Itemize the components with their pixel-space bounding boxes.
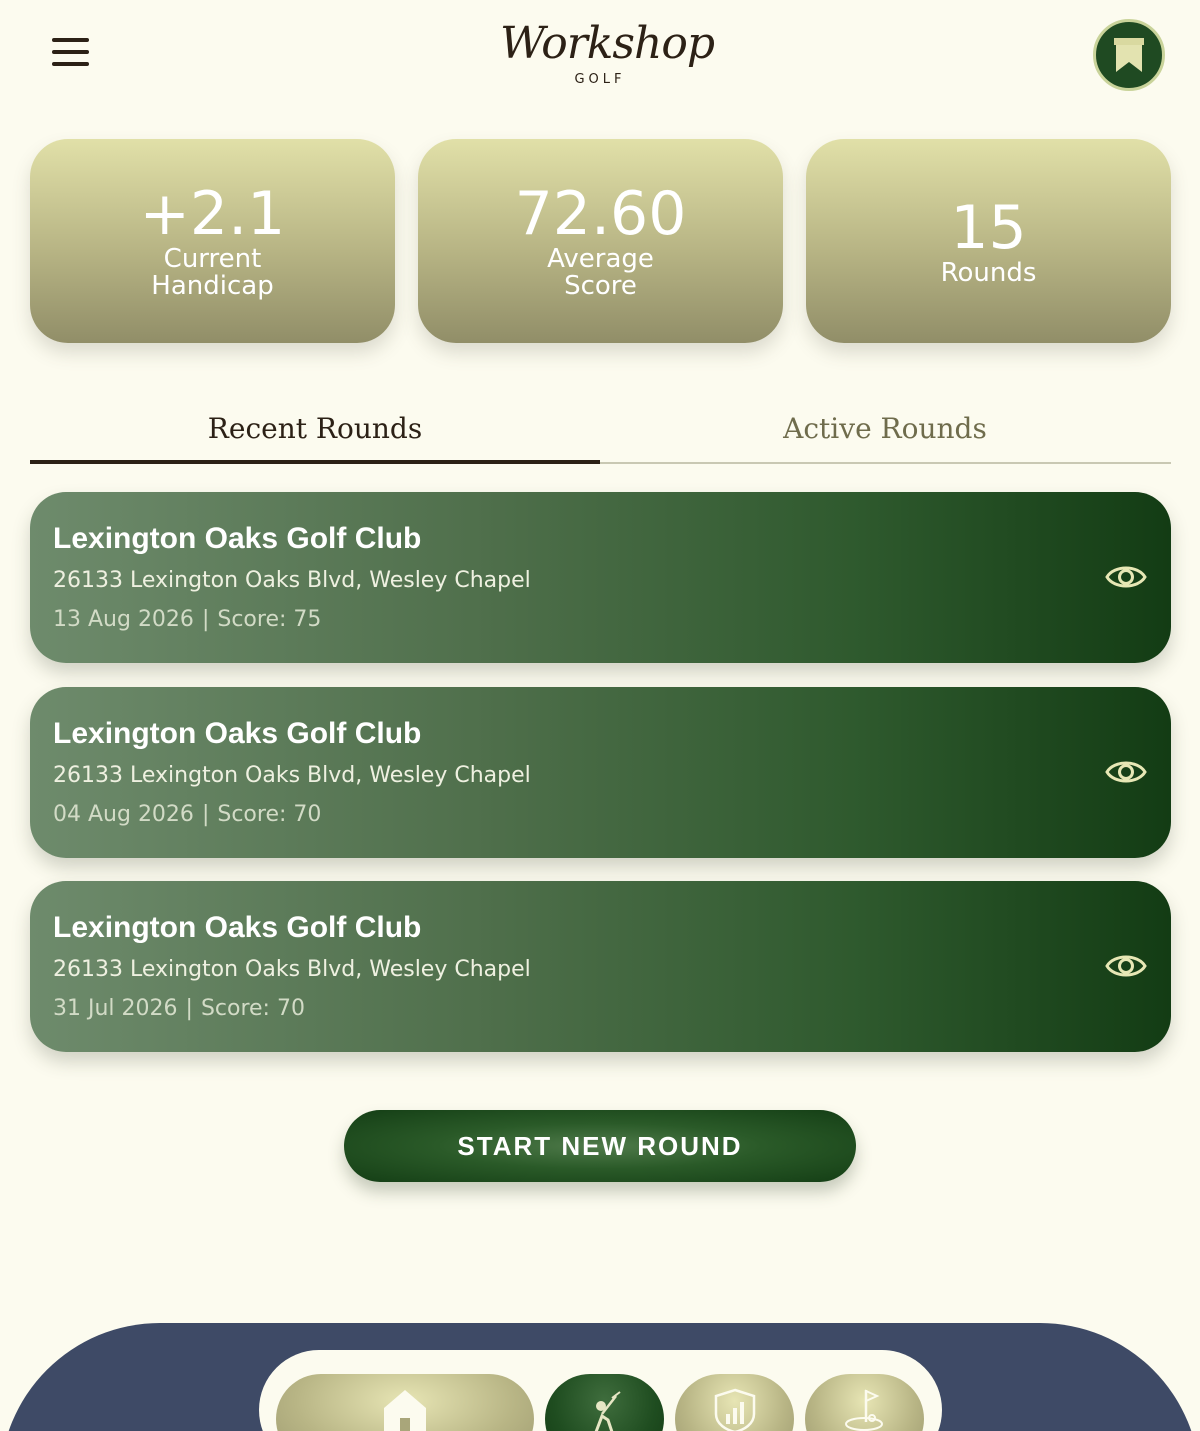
view-eye-icon[interactable]: [1105, 755, 1147, 789]
start-new-round-button[interactable]: START NEW ROUND: [344, 1110, 856, 1182]
handicap-value: +2.1: [139, 179, 286, 249]
round-card[interactable]: Lexington Oaks Golf Club 26133 Lexington…: [30, 492, 1171, 663]
round-course-address: 26133 Lexington Oaks Blvd, Wesley Chapel: [53, 957, 531, 982]
round-meta: 31 Jul 2026 | Score: 70: [53, 996, 305, 1021]
round-course-name: Lexington Oaks Golf Club: [53, 911, 422, 944]
view-eye-icon[interactable]: [1105, 560, 1147, 594]
stat-card-handicap: +2.1 Current Handicap: [30, 139, 395, 343]
profile-avatar[interactable]: [1093, 19, 1165, 91]
round-course-address: 26133 Lexington Oaks Blvd, Wesley Chapel: [53, 763, 531, 788]
handicap-label-line1: Current: [163, 244, 262, 274]
round-date: 13 Aug 2026: [53, 607, 194, 632]
round-course-name: Lexington Oaks Golf Club: [53, 717, 422, 750]
home-icon: [384, 1390, 426, 1431]
round-score: Score: 75: [217, 607, 322, 632]
meta-separator: |: [185, 996, 193, 1021]
round-card[interactable]: Lexington Oaks Golf Club 26133 Lexington…: [30, 881, 1171, 1052]
bookmark-flag-icon: [1114, 38, 1144, 72]
tab-active-rounds[interactable]: Active Rounds: [600, 400, 1170, 464]
round-course-name: Lexington Oaks Golf Club: [53, 522, 422, 555]
round-score: Score: 70: [217, 802, 322, 827]
brand-subtitle: GOLF: [574, 72, 626, 87]
rounds-label: Rounds: [940, 257, 1037, 288]
round-date: 31 Jul 2026: [53, 996, 178, 1021]
golfer-icon: [594, 1391, 621, 1431]
rounds-count-value: 15: [950, 192, 1027, 263]
stat-card-average-score: 72.60 Average Score: [418, 139, 783, 343]
round-date: 04 Aug 2026: [53, 802, 194, 827]
hamburger-menu-icon[interactable]: [52, 38, 92, 72]
golf-flag-icon: [844, 1389, 883, 1431]
round-meta: 04 Aug 2026 | Score: 70: [53, 802, 321, 827]
meta-separator: |: [201, 607, 210, 632]
meta-separator: |: [201, 802, 210, 827]
average-score-value: 72.60: [514, 179, 687, 249]
average-score-label-line2: Score: [564, 271, 637, 301]
brand-script: Workshop: [500, 18, 715, 69]
nav-stats-button[interactable]: [675, 1374, 794, 1431]
view-eye-icon[interactable]: [1105, 949, 1147, 983]
handicap-label-line2: Handicap: [151, 271, 274, 301]
tab-recent-rounds[interactable]: Recent Rounds: [30, 400, 600, 464]
nav-play-button[interactable]: [545, 1374, 664, 1431]
app-screen: Workshop GOLF +2.1 Current Handicap 72.6…: [0, 0, 1200, 1431]
nav-home-button[interactable]: [276, 1374, 534, 1431]
round-score: Score: 70: [200, 996, 305, 1021]
brand-logo: Workshop GOLF: [500, 14, 715, 104]
round-card[interactable]: Lexington Oaks Golf Club 26133 Lexington…: [30, 687, 1171, 858]
round-course-address: 26133 Lexington Oaks Blvd, Wesley Chapel: [53, 568, 531, 593]
average-score-label-line1: Average: [547, 244, 654, 274]
nav-course-button[interactable]: [805, 1374, 924, 1431]
rounds-tabs: Recent Rounds Active Rounds: [30, 400, 1171, 464]
stat-card-rounds: 15 Rounds: [806, 139, 1171, 343]
tab-selected-indicator: [30, 460, 600, 464]
stats-shield-icon: [714, 1388, 755, 1431]
round-meta: 13 Aug 2026 | Score: 75: [53, 607, 321, 632]
